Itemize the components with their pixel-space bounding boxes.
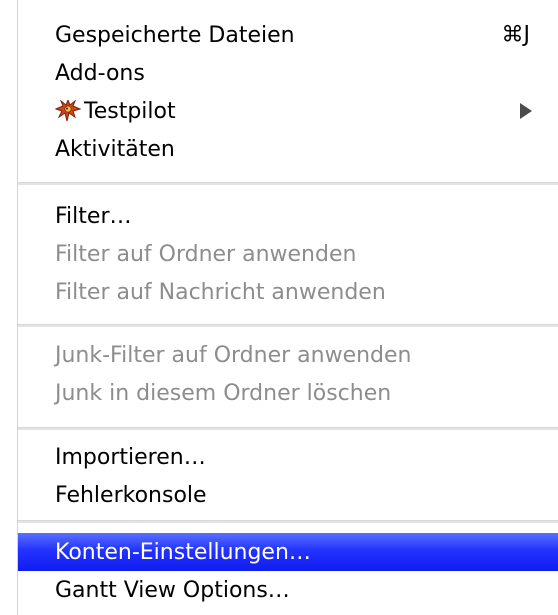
menu-item-label: Filter… <box>55 203 132 229</box>
menu-item-label: Junk in diesem Ordner löschen <box>55 380 392 406</box>
menu-item-label: Testpilot <box>84 98 176 124</box>
shortcut-label: ⌘J <box>501 22 531 48</box>
menu-item-filter-auf-nachricht-anwenden: Filter auf Nachricht anwenden <box>18 273 558 311</box>
menu-separator <box>18 324 558 327</box>
submenu-arrow-icon <box>520 103 532 119</box>
menu-item-testpilot[interactable]: Testpilot <box>18 92 558 130</box>
menu-item-filter[interactable]: Filter… <box>18 197 558 235</box>
menu-item-label: Junk-Filter auf Ordner anwenden <box>55 342 412 368</box>
menu-item-label: Importieren… <box>55 444 206 470</box>
menu-item-filter-auf-ordner-anwenden: Filter auf Ordner anwenden <box>18 235 558 273</box>
menu-item-junk-in-diesem-ordner-loeschen: Junk in diesem Ordner löschen <box>18 374 558 412</box>
menu-item-junk-filter-auf-ordner-anwenden: Junk-Filter auf Ordner anwenden <box>18 336 558 374</box>
menu-separator <box>18 520 558 523</box>
menu-item-aktivitaeten[interactable]: Aktivitäten <box>18 130 558 168</box>
menu-item-gantt-view-options[interactable]: Gantt View Options… <box>18 571 558 609</box>
menu-item-label: Filter auf Ordner anwenden <box>55 241 357 267</box>
menu-item-fehlerkonsole[interactable]: Fehlerkonsole <box>18 476 558 514</box>
menu-item-label: Fehlerkonsole <box>55 482 207 508</box>
testpilot-icon <box>54 98 82 122</box>
menu-item-label: Gantt View Options… <box>55 577 290 603</box>
menu-separator <box>18 182 558 185</box>
menu-item-label: Gespeicherte Dateien <box>55 22 295 48</box>
context-menu: Gespeicherte Dateien ⌘J Add-ons Testpilo… <box>17 0 558 615</box>
menu-separator <box>18 427 558 430</box>
menu-item-label: Aktivitäten <box>55 136 175 162</box>
menu-item-gespeicherte-dateien[interactable]: Gespeicherte Dateien ⌘J <box>18 16 558 54</box>
menu-item-konten-einstellungen[interactable]: Konten-Einstellungen… <box>18 533 558 571</box>
menu-item-label: Konten-Einstellungen… <box>55 539 311 565</box>
menu-item-add-ons[interactable]: Add-ons <box>18 54 558 92</box>
menu-item-importieren[interactable]: Importieren… <box>18 438 558 476</box>
menu-item-label: Filter auf Nachricht anwenden <box>55 279 386 305</box>
menu-item-label: Add-ons <box>55 60 145 86</box>
